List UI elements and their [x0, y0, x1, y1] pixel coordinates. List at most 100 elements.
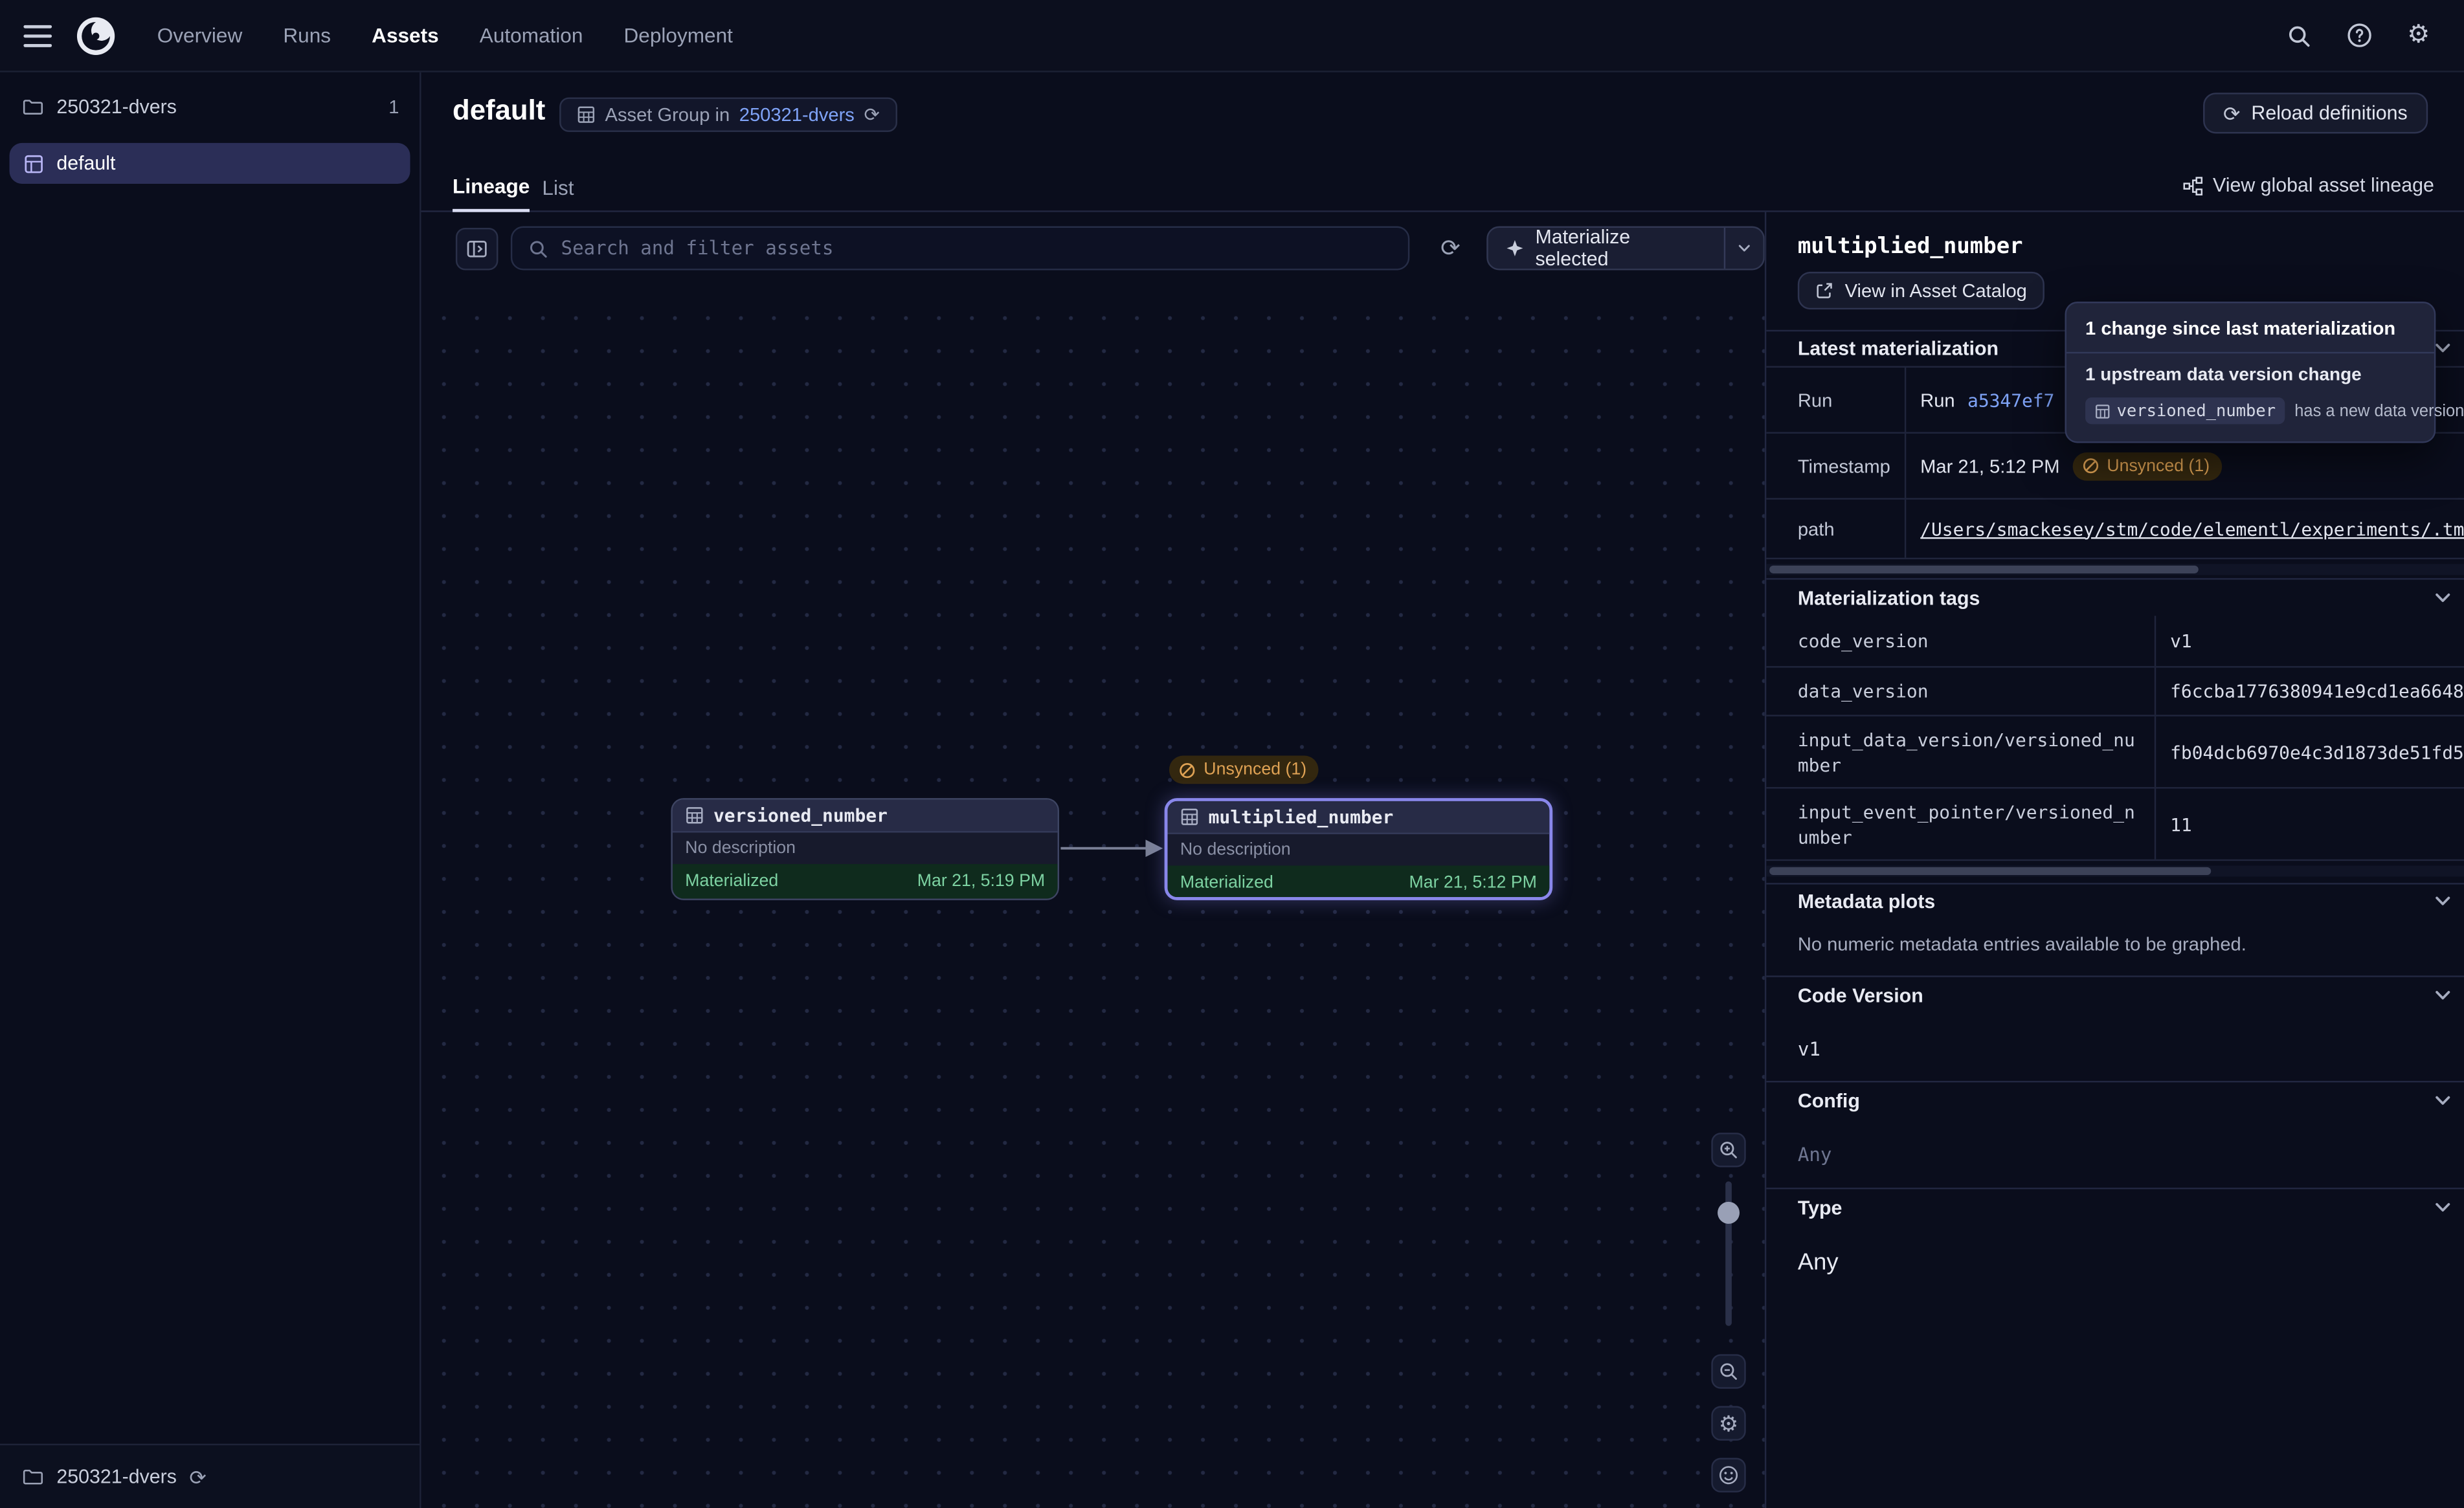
refresh-icon[interactable]: ⟳: [189, 1467, 206, 1487]
refresh-icon[interactable]: ⟳: [864, 105, 879, 124]
latest-materialization-heading: Latest materialization: [1798, 338, 1999, 360]
asset-table-icon: [1180, 808, 1199, 826]
reload-definitions-label: Reload definitions: [2251, 102, 2407, 124]
hamburger-menu-icon[interactable]: [23, 25, 52, 47]
asset-node-description: No description: [1167, 834, 1549, 866]
code-version-heading: Code Version: [1798, 985, 1923, 1007]
asset-table-icon: [2095, 403, 2111, 419]
canvas-dot-grid: [421, 291, 1765, 1508]
refresh-graph-icon[interactable]: ⟳: [1433, 231, 1468, 265]
lineage-canvas[interactable]: ⟳ Materialize selected Unsynced (: [421, 212, 1765, 1508]
sidebar-item-label: default: [56, 152, 115, 174]
chevron-down-icon[interactable]: [2432, 338, 2454, 360]
chevron-down-icon[interactable]: [2432, 891, 2454, 913]
table-row: path /Users/smackesey/stm/code/elementl/…: [1766, 498, 2464, 557]
lineage-graph-icon: [2183, 175, 2204, 196]
nav-assets[interactable]: Assets: [372, 23, 439, 47]
type-heading: Type: [1798, 1197, 1842, 1219]
zoom-in-button[interactable]: [1711, 1133, 1745, 1167]
reload-definitions-button[interactable]: ⟳ Reload definitions: [2202, 93, 2428, 133]
run-id-link[interactable]: a5347ef7: [1967, 389, 2054, 411]
table-row: code_version v1: [1766, 616, 2464, 667]
sidebar-item-default[interactable]: default: [10, 143, 410, 184]
tag-value: v1: [2156, 616, 2464, 667]
section-divider: [1766, 1081, 2464, 1082]
asset-node-timestamp: Mar 21, 5:12 PM: [1409, 874, 1536, 893]
nav-overview[interactable]: Overview: [157, 23, 243, 47]
panel-asset-title: multiplied_number: [1798, 234, 2023, 260]
asset-node-versioned-number[interactable]: versioned_number No description Material…: [671, 798, 1059, 900]
unsynced-badge[interactable]: Unsynced (1): [1169, 756, 1319, 784]
materialization-tags-heading: Materialization tags: [1798, 588, 1980, 610]
refresh-icon: ⟳: [2223, 103, 2240, 124]
config-heading: Config: [1798, 1091, 1860, 1113]
unsynced-badge[interactable]: Unsynced (1): [2072, 452, 2223, 480]
horizontal-scrollbar[interactable]: [1766, 865, 2464, 876]
code-version-value: v1: [1798, 1038, 1820, 1060]
changes-popover: 1 change since last materialization 1 up…: [2065, 302, 2436, 443]
badge-group-link[interactable]: 250321-dvers: [739, 104, 855, 126]
lineage-edge-arrow: [1059, 831, 1166, 865]
main-area: default Asset Group in 250321-dvers ⟳ ⟳ …: [421, 72, 2464, 1508]
materialize-selected-button[interactable]: Materialize selected: [1486, 227, 1765, 271]
sidebar-group-row[interactable]: 250321-dvers 1: [0, 85, 421, 129]
chevron-down-icon[interactable]: [1726, 228, 1764, 269]
asset-table-icon: [577, 105, 596, 124]
feedback-smiley-icon[interactable]: [1711, 1458, 1745, 1492]
asset-node-status: Materialized: [685, 872, 778, 891]
asset-group-badge[interactable]: Asset Group in 250321-dvers ⟳: [559, 97, 897, 131]
search-icon[interactable]: [2279, 15, 2320, 56]
dagster-logo[interactable]: [76, 15, 117, 56]
folder-icon: [22, 1466, 44, 1488]
top-navbar: Overview Runs Assets Automation Deployme…: [0, 0, 2464, 72]
tab-lineage[interactable]: Lineage: [453, 162, 530, 212]
scrollbar-thumb[interactable]: [1769, 867, 2211, 875]
nav-deployment[interactable]: Deployment: [624, 23, 733, 47]
popover-title: 1 change since last materialization: [2066, 303, 2434, 351]
tag-value: 11: [2156, 789, 2464, 859]
sidebar-footer[interactable]: 250321-dvers ⟳: [0, 1444, 420, 1508]
section-divider: [1766, 1188, 2464, 1189]
external-link-icon: [1815, 281, 1834, 300]
settings-gear-icon[interactable]: ⚙: [2398, 15, 2439, 56]
nav-automation[interactable]: Automation: [480, 23, 583, 47]
primary-nav: Overview Runs Assets Automation Deployme…: [157, 23, 733, 47]
section-divider: [1766, 975, 2464, 977]
chevron-down-icon[interactable]: [2432, 588, 2454, 610]
search-input[interactable]: [561, 238, 1393, 260]
chevron-down-icon[interactable]: [2432, 985, 2454, 1007]
tag-value: f6ccba1776380941e9cd1ea66481d: [2156, 668, 2464, 715]
materialization-path-link[interactable]: /Users/smackesey/stm/code/elementl/exper…: [1920, 518, 2464, 540]
chevron-down-icon[interactable]: [2432, 1197, 2454, 1219]
asset-groups-sidebar: 250321-dvers 1 default 250321-dvers ⟳: [0, 72, 421, 1508]
help-icon[interactable]: [2338, 15, 2379, 56]
asset-chip[interactable]: versioned_number: [2085, 397, 2285, 424]
asset-node-description: No description: [673, 832, 1058, 864]
zoom-slider-handle[interactable]: [1718, 1202, 1740, 1224]
asset-group-icon: [23, 153, 44, 174]
canvas-settings-gear-icon[interactable]: ⚙: [1711, 1406, 1745, 1440]
asset-node-status: Materialized: [1180, 874, 1273, 893]
scrollbar-thumb[interactable]: [1769, 566, 2199, 573]
view-global-asset-lineage-link[interactable]: View global asset lineage: [2183, 174, 2434, 196]
asset-node-multiplied-number[interactable]: multiplied_number No description Materia…: [1165, 798, 1553, 900]
zoom-out-button[interactable]: [1711, 1354, 1745, 1388]
metadata-plots-heading: Metadata plots: [1798, 891, 1935, 913]
tag-value: fb04dcb6970e4c3d1873de51fd5a5: [2156, 716, 2464, 787]
global-lineage-label: View global asset lineage: [2213, 174, 2434, 196]
view-in-asset-catalog-button[interactable]: View in Asset Catalog: [1798, 272, 2044, 309]
popover-subtitle: 1 upstream data version change: [2066, 353, 2434, 394]
table-row: input_event_pointer/versioned_number 11: [1766, 787, 2464, 859]
folder-icon: [22, 96, 44, 118]
tab-list[interactable]: List: [542, 162, 574, 212]
timestamp-value: Mar 21, 5:12 PM: [1920, 455, 2059, 477]
nav-runs[interactable]: Runs: [283, 23, 331, 47]
horizontal-scrollbar[interactable]: [1766, 564, 2464, 575]
materialization-tags-table: code_version v1 data_version f6ccba17763…: [1766, 616, 2464, 861]
run-label: Run: [1766, 368, 1906, 432]
section-divider: [1766, 883, 2464, 884]
tag-key: data_version: [1766, 668, 2156, 715]
chevron-down-icon[interactable]: [2432, 1091, 2454, 1113]
sidebar-toggle-button[interactable]: [456, 228, 498, 271]
asset-node-name: versioned_number: [713, 804, 888, 826]
